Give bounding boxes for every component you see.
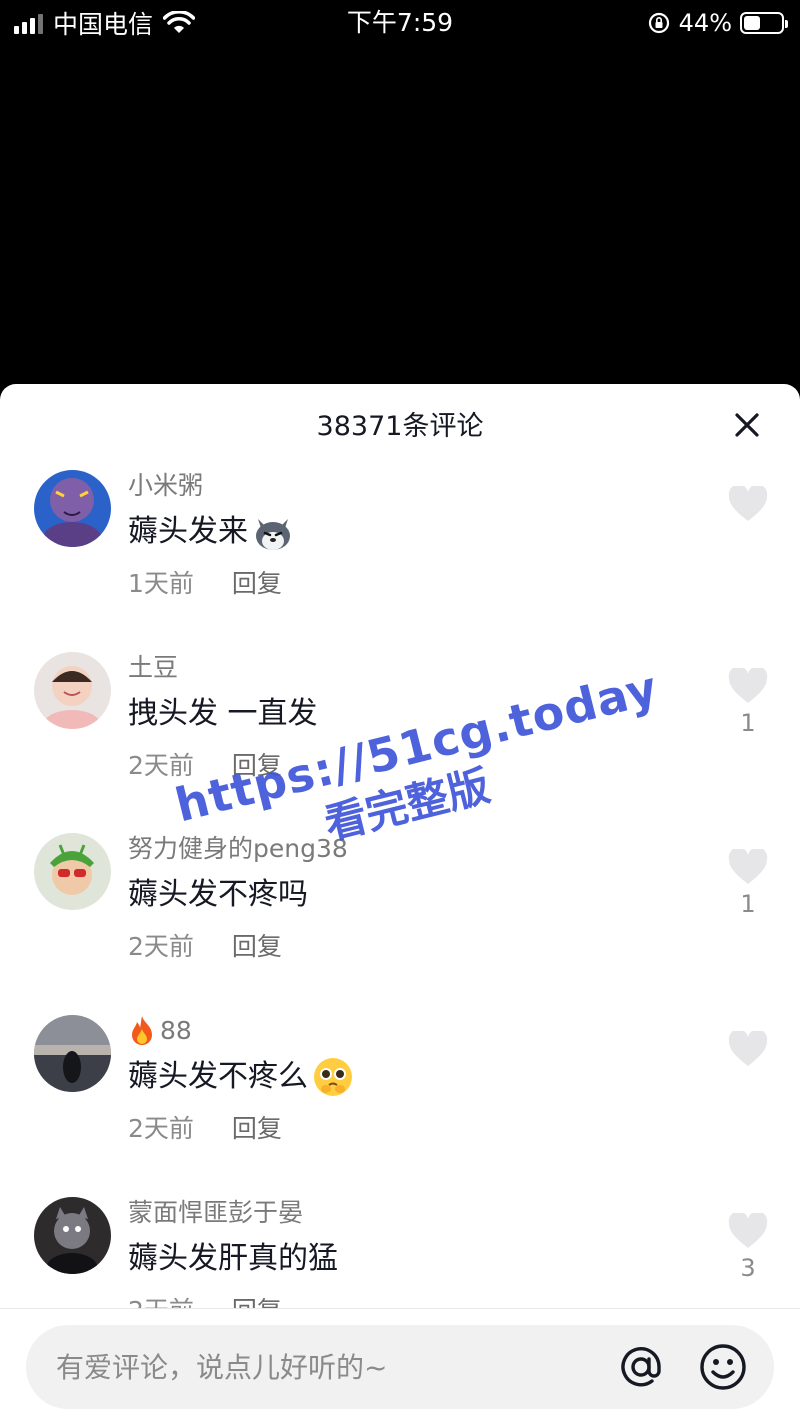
comment-item: 努力健身的peng38 薅头发不疼吗 2天前 回复 1 — [0, 829, 800, 1010]
avatar[interactable] — [34, 1197, 111, 1274]
comment-time: 2天前 — [128, 1293, 194, 1308]
husky-emoji-icon — [256, 519, 290, 550]
like-button[interactable]: 1 — [728, 668, 768, 738]
comment-item: 小米粥 薅头发来 1天前 回复 — [0, 466, 800, 647]
comment-text: 薅头发不疼吗 — [128, 877, 308, 912]
avatar[interactable] — [34, 1015, 111, 1092]
battery-icon — [740, 12, 788, 34]
like-count: 3 — [740, 1254, 756, 1282]
avatar[interactable] — [34, 470, 111, 547]
heart-icon — [728, 1031, 768, 1066]
reply-button[interactable]: 回复 — [232, 929, 282, 965]
comment-text: 拽头发 一直发 — [128, 696, 318, 731]
comment-input-bar — [0, 1308, 800, 1424]
at-icon[interactable] — [616, 1342, 666, 1392]
comment-time: 2天前 — [128, 932, 194, 961]
avatar[interactable] — [34, 833, 111, 910]
comment-text: 薅头发不疼么 — [128, 1055, 354, 1099]
comment-username[interactable]: 努力健身的peng38 — [128, 831, 348, 867]
heart-icon — [728, 668, 768, 703]
like-button[interactable]: 1 — [728, 849, 768, 919]
comment-item: 土豆 拽头发 一直发 2天前 回复 1 — [0, 648, 800, 829]
comment-text: 薅头发肝真的猛 — [128, 1241, 338, 1276]
fire-icon — [132, 1016, 152, 1045]
reply-button[interactable]: 回复 — [232, 566, 282, 602]
like-count: 1 — [740, 709, 756, 737]
comment-time: 2天前 — [128, 751, 194, 780]
rotation-lock-icon — [648, 12, 669, 34]
comment-meta: 2天前 回复 — [128, 1111, 282, 1147]
comments-count-title: 38371条评论 — [316, 411, 484, 442]
comment-username[interactable]: 小米粥 — [128, 468, 203, 504]
comments-sheet: 38371条评论 小米粥 薅头发来 1天前 回复 土豆 拽头发 一直发 2天前 … — [0, 384, 800, 1424]
comment-username[interactable]: 88 — [128, 1013, 192, 1049]
comment-item: 蒙面悍匪彭于晏 薅头发肝真的猛 2天前 回复 3 — [0, 1193, 800, 1308]
heart-icon — [728, 486, 768, 521]
like-button[interactable] — [728, 486, 768, 526]
reply-button[interactable]: 回复 — [232, 1293, 282, 1308]
comment-list[interactable]: 小米粥 薅头发来 1天前 回复 土豆 拽头发 一直发 2天前 回复 1 努力健身… — [0, 466, 800, 1308]
status-right: 44% — [647, 6, 788, 40]
status-bar: 中国电信 下午7:59 44% — [0, 0, 800, 46]
comment-meta: 2天前 回复 — [128, 929, 282, 965]
heart-icon — [728, 1213, 768, 1248]
close-icon[interactable] — [732, 410, 762, 440]
battery-percent: 44% — [678, 9, 732, 37]
smile-icon[interactable] — [698, 1342, 748, 1392]
avatar[interactable] — [34, 652, 111, 729]
comment-text: 薅头发来 — [128, 510, 294, 554]
comment-item: 88 薅头发不疼么 2天前 回复 — [0, 1011, 800, 1192]
comment-input[interactable] — [56, 1325, 576, 1409]
reply-button[interactable]: 回复 — [232, 1111, 282, 1147]
like-count: 1 — [740, 890, 756, 918]
heart-icon — [728, 849, 768, 884]
comment-username[interactable]: 土豆 — [128, 650, 178, 686]
like-button[interactable] — [728, 1031, 768, 1071]
comment-meta: 2天前 回复 — [128, 748, 282, 784]
reply-button[interactable]: 回复 — [232, 748, 282, 784]
pleading-emoji-icon — [314, 1058, 352, 1096]
comment-meta: 1天前 回复 — [128, 566, 282, 602]
comment-input-box[interactable] — [26, 1325, 774, 1409]
comment-time: 2天前 — [128, 1114, 194, 1143]
like-button[interactable]: 3 — [728, 1213, 768, 1283]
comment-username[interactable]: 蒙面悍匪彭于晏 — [128, 1195, 303, 1231]
comment-meta: 2天前 回复 — [128, 1293, 282, 1308]
comment-time: 1天前 — [128, 569, 194, 598]
